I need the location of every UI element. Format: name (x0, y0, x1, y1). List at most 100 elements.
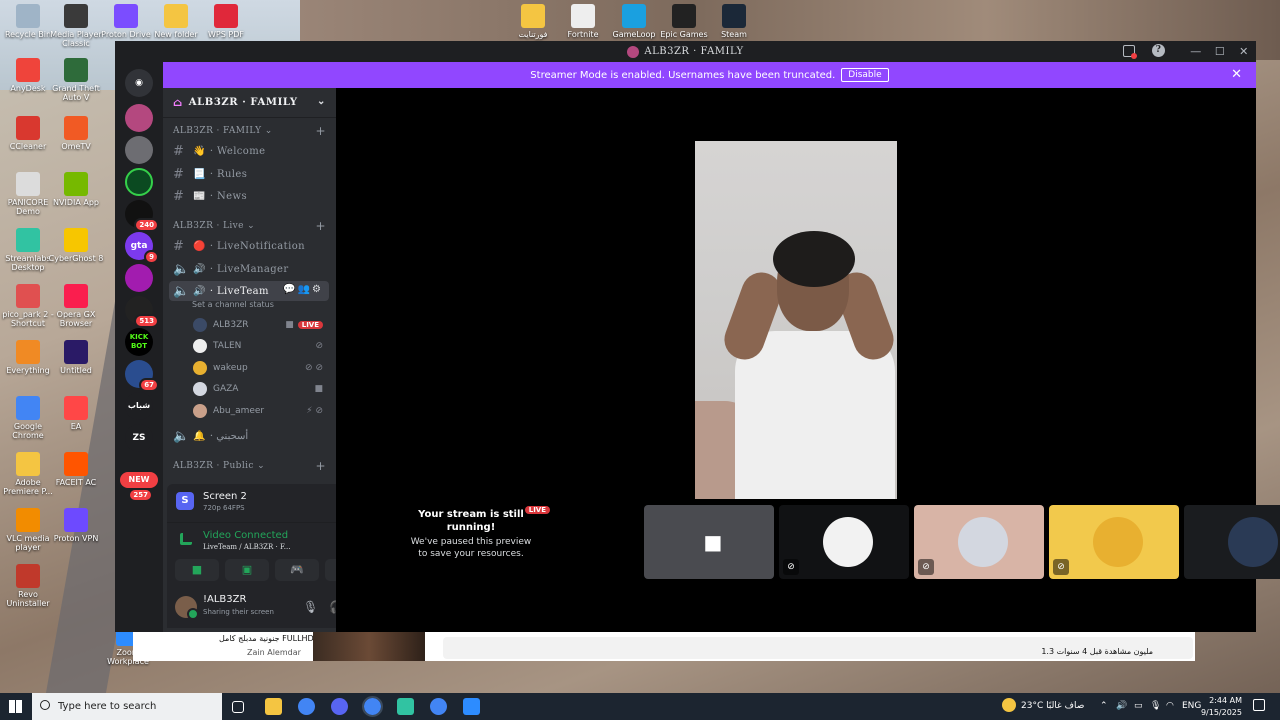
desktop-icon[interactable]: EA (48, 396, 104, 431)
minimize-icon[interactable]: — (1184, 45, 1208, 58)
file-explorer-icon[interactable] (265, 698, 282, 715)
user-status: Sharing their screen (203, 608, 274, 616)
desktop-icon[interactable]: New folder (148, 4, 204, 39)
guild-gta[interactable]: gta 9 (125, 232, 159, 264)
windows-start-icon[interactable] (9, 700, 22, 713)
desktop-icon[interactable]: Grand Theft Auto V (48, 58, 104, 102)
participant-tile[interactable]: ⊘ (1049, 505, 1179, 579)
participant-tile[interactable]: ■ (644, 505, 774, 579)
maximize-icon[interactable]: ☐ (1208, 45, 1232, 58)
language[interactable]: ENG (1182, 701, 1201, 711)
desktop-icon[interactable]: Proton VPN (48, 508, 104, 543)
desktop-icon[interactable]: Opera GX Browser (48, 284, 104, 328)
participant-tile[interactable]: ⊘ (914, 505, 1044, 579)
screen-title: Screen 2 (203, 491, 247, 502)
channel-liveteam[interactable]: 🔈 🔊 · LiveTeam 💬👥⚙ (169, 281, 329, 301)
task-view-icon[interactable] (232, 701, 244, 713)
clock[interactable]: 2:44 AM 9/15/2025 (1201, 695, 1242, 719)
channel-rules[interactable]: # 📃 · Rules (169, 164, 329, 184)
discord-taskbar-icon[interactable] (331, 698, 348, 715)
weather-text[interactable]: 23°C صاف غالبًا (1021, 701, 1084, 711)
microphone-icon[interactable]: 🎙 (1150, 701, 1161, 711)
desktop-icon[interactable]: FACEIT AC (48, 452, 104, 487)
voice-user-5[interactable]: Abu_ameer ⚡ ⊘ (193, 401, 323, 421)
voice-user-3[interactable]: wakeup ⊘ ⊘ (193, 358, 323, 378)
chrome-icon[interactable] (298, 698, 315, 715)
desktop-icon[interactable]: GameLoop (606, 4, 662, 39)
inbox-icon[interactable] (1123, 45, 1137, 59)
add-channel-icon[interactable]: + (316, 219, 326, 233)
video-channel[interactable]: Zain Alemdar (247, 648, 301, 657)
add-channel-icon[interactable]: + (316, 124, 326, 138)
guild-kick-bot[interactable]: KICK BOT (125, 328, 153, 356)
channel-livenotification[interactable]: # 🔴 · LiveNotification (169, 236, 329, 256)
channel-livemanager[interactable]: 🔈 🔊 · LiveManager (169, 259, 329, 279)
app-icon (16, 508, 40, 532)
user-name[interactable]: !ALB3ZR (203, 594, 246, 605)
guild-2[interactable] (125, 136, 153, 164)
channel-tools-icons[interactable]: 💬👥⚙ (283, 284, 323, 295)
participant-tile[interactable] (1184, 505, 1280, 579)
taskbar-search[interactable]: Type here to search (32, 693, 222, 720)
desktop-icon[interactable]: Proton Drive (98, 4, 154, 39)
desktop-icon[interactable]: NVIDIA App (48, 172, 104, 207)
desktop-icon[interactable]: Epic Games (656, 4, 712, 39)
video-thumbnail[interactable] (313, 632, 425, 661)
streamlabs-icon[interactable] (397, 698, 414, 715)
voice-user-2[interactable]: TALEN ⊘ (193, 336, 323, 356)
desktop-icon[interactable]: CyberGhost 8 (48, 228, 104, 263)
channel-welcome[interactable]: # 👋 · Welcome (169, 141, 329, 161)
discord-home-icon[interactable]: ◉ (125, 69, 153, 97)
wifi-icon[interactable]: ◠ (1166, 701, 1174, 711)
desktop-icon[interactable]: Media Player Classic (48, 4, 104, 48)
close-icon[interactable]: ✕ (1232, 45, 1256, 58)
guild-9[interactable]: 67 (125, 360, 159, 392)
app-icon[interactable] (463, 698, 480, 715)
participant-tile[interactable]: ⊘ (779, 505, 909, 579)
guild-3[interactable] (125, 168, 153, 196)
guild-4[interactable]: 240 (125, 200, 159, 232)
category-family[interactable]: ALB3ZR · FAMILY ⌄ + (173, 124, 326, 138)
desktop-icon-label: فورتنايت (518, 30, 548, 39)
category-public[interactable]: ALB3ZR · Public ⌄ + (173, 459, 326, 473)
channel-news[interactable]: # 📰 · News (169, 186, 329, 206)
guild-6[interactable] (125, 264, 153, 292)
focused-video[interactable] (695, 141, 897, 499)
desktop-icon[interactable]: OmeTV (48, 116, 104, 151)
channel-status[interactable]: Set a channel status (192, 300, 274, 309)
voice-status[interactable]: Video Connected (203, 530, 288, 541)
network-icon[interactable]: ▭ (1134, 701, 1143, 711)
desktop-icon[interactable]: Fortnite (555, 4, 611, 39)
user-avatar[interactable] (175, 596, 199, 620)
notification-icon[interactable] (1253, 699, 1265, 711)
guild-12[interactable]: 257 (125, 488, 153, 502)
chrome-icon[interactable] (362, 696, 383, 717)
voice-user-4[interactable]: GAZA ■ (193, 379, 323, 399)
volume-icon[interactable]: 🔊 (1116, 701, 1127, 711)
voice-user-1[interactable]: ALB3ZR ■ LIVE (193, 315, 323, 335)
channel-pull-me[interactable]: 🔈 🔔 · أسحبني (169, 426, 329, 446)
disable-streamer-mode-button[interactable]: Disable (841, 68, 889, 82)
server-header[interactable]: ⌂ ALB3ZR · FAMILY ⌄ (163, 88, 336, 118)
desktop-icon[interactable]: Steam (706, 4, 762, 39)
voice-channel[interactable]: LiveTeam / ALB3ZR · F... (203, 543, 290, 551)
desktop-icon[interactable]: Untitled (48, 340, 104, 375)
guild-1[interactable] (125, 104, 153, 132)
guild-shabab[interactable]: شباب (125, 392, 153, 420)
add-channel-icon[interactable]: + (316, 459, 326, 473)
desktop-icon[interactable]: WPS PDF (198, 4, 254, 39)
activity-button[interactable]: 🎮 (275, 559, 319, 581)
camera-button[interactable]: ■ (175, 559, 219, 581)
chevron-up-icon[interactable]: ⌃ (1100, 701, 1108, 711)
microphone-icon[interactable]: 🎙 (303, 600, 318, 614)
guild-7[interactable]: 513 (125, 296, 159, 328)
video-title[interactable]: جنونية مدبلج كامل FULLHD (219, 634, 314, 643)
chrome-icon[interactable] (430, 698, 447, 715)
guild-zs[interactable]: ZS (125, 424, 153, 452)
help-icon[interactable]: ? (1152, 44, 1165, 57)
screen-share-button[interactable]: ▣ (225, 559, 269, 581)
category-live[interactable]: ALB3ZR · Live ⌄ + (173, 219, 326, 233)
close-banner-icon[interactable]: ✕ (1231, 67, 1242, 82)
desktop-icon[interactable]: Revo Uninstaller (0, 564, 56, 608)
desktop-icon[interactable]: فورتنايت (505, 4, 561, 39)
